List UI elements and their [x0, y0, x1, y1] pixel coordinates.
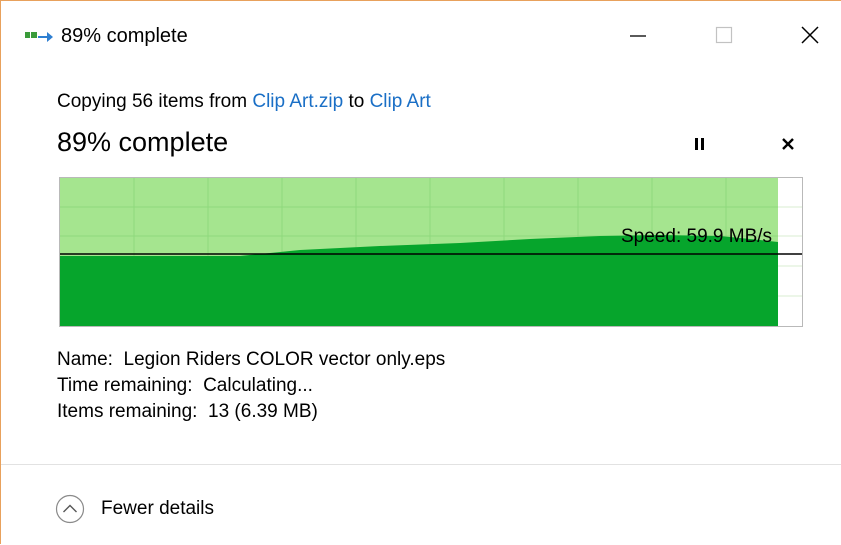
- copy-arrow-icon: [25, 29, 57, 45]
- minimize-icon: [630, 35, 646, 37]
- detail-time-label: Time remaining:: [57, 375, 193, 396]
- details-panel: Name: Legion Riders COLOR vector only.ep…: [57, 347, 445, 425]
- pause-icon: [695, 138, 704, 150]
- detail-items-label: Items remaining:: [57, 401, 198, 422]
- detail-items-row: Items remaining: 13 (6.39 MB): [57, 399, 445, 425]
- fewer-details-toggle[interactable]: Fewer details: [55, 494, 214, 524]
- progress-status: 89% complete: [57, 127, 229, 157]
- cancel-icon: [782, 138, 794, 150]
- fewer-details-label: Fewer details: [101, 498, 214, 519]
- detail-name-label: Name:: [57, 349, 113, 370]
- detail-time-value: Calculating...: [203, 375, 313, 396]
- source-link[interactable]: Clip Art.zip: [252, 91, 343, 112]
- window-title: 89% complete: [61, 25, 188, 47]
- pause-button[interactable]: [687, 131, 713, 157]
- maximize-icon: [715, 26, 733, 44]
- close-button[interactable]: [787, 13, 833, 57]
- minimize-button[interactable]: [615, 13, 661, 57]
- copy-dialog-window: 89% complete Copying 56 items from Clip …: [0, 0, 841, 545]
- detail-time-row: Time remaining: Calculating...: [57, 373, 445, 399]
- maximize-button[interactable]: [701, 13, 747, 57]
- speed-graph: [59, 177, 803, 327]
- copy-summary-prefix: Copying 56 items from: [57, 91, 253, 112]
- close-icon: [801, 26, 819, 44]
- chevron-up-circle-icon: [55, 494, 85, 524]
- footer: Fewer details: [1, 465, 841, 545]
- speed-label: Speed: 59.9 MB/s: [621, 226, 773, 247]
- detail-name-value: Legion Riders COLOR vector only.eps: [123, 349, 446, 370]
- cancel-button[interactable]: [775, 131, 801, 157]
- destination-link[interactable]: Clip Art: [370, 91, 431, 112]
- detail-items-value: 13 (6.39 MB): [208, 401, 318, 422]
- speed-graph-canvas: [60, 178, 802, 326]
- copy-summary-middle: to: [343, 91, 370, 112]
- title-bar[interactable]: 89% complete: [1, 1, 841, 67]
- detail-name-row: Name: Legion Riders COLOR vector only.ep…: [57, 347, 445, 373]
- copy-summary: Copying 56 items from Clip Art.zip to Cl…: [57, 89, 431, 115]
